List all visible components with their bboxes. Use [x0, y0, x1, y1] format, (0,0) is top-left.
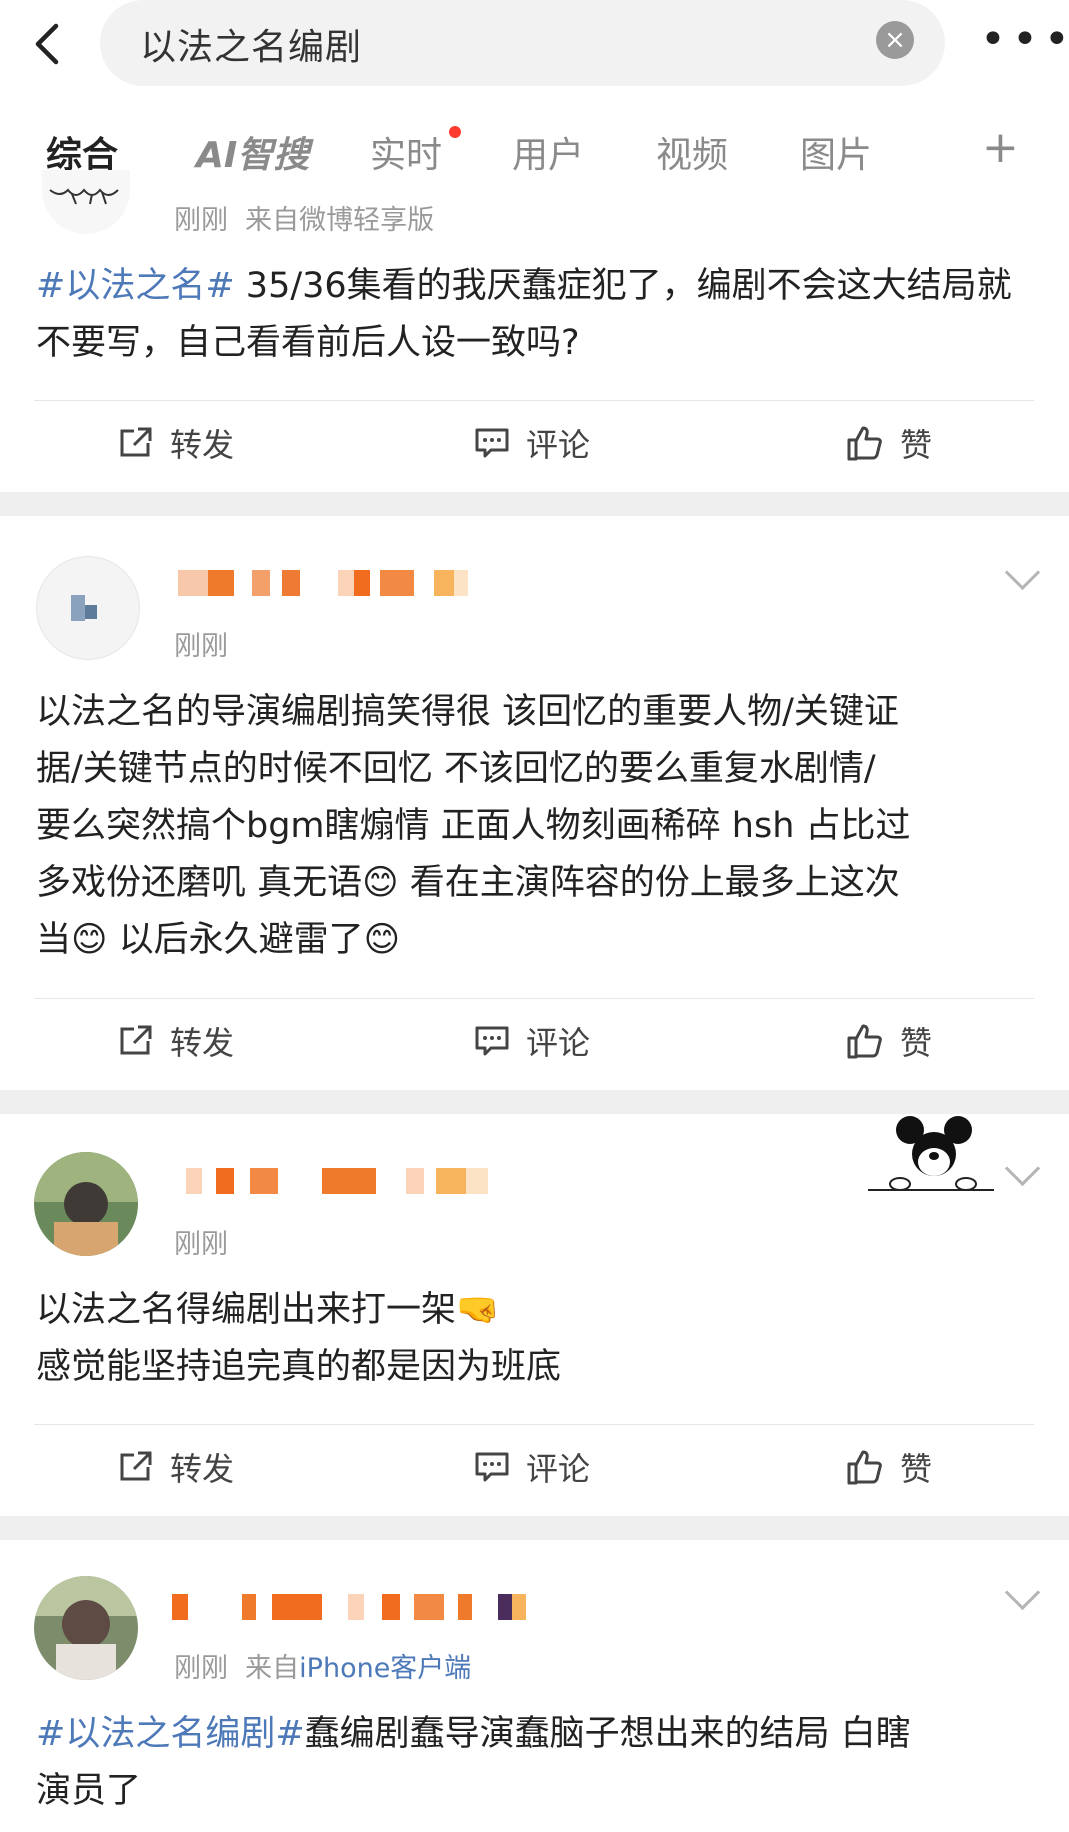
source-link[interactable]: iPhone客户端	[299, 1653, 471, 1684]
chevron-down-icon[interactable]	[1004, 554, 1041, 591]
text-segment: 以后永久避雷了	[118, 920, 364, 960]
tab-realtime[interactable]: 实时	[370, 126, 442, 178]
like-label: 赞	[900, 426, 933, 464]
avatar[interactable]	[34, 1152, 138, 1256]
comment-button[interactable]: 评论	[474, 1444, 590, 1490]
separator	[34, 400, 1034, 401]
username-mosaic[interactable]	[172, 1594, 526, 1620]
post-time: 刚刚	[174, 205, 228, 236]
smile-emoji-icon: 😊	[363, 920, 401, 960]
new-content-dot	[449, 126, 461, 138]
clear-search-icon[interactable]: ×	[876, 21, 914, 59]
comment-button[interactable]: 评论	[474, 420, 590, 466]
repost-label: 转发	[170, 426, 235, 464]
repost-icon	[120, 1025, 152, 1055]
chevron-left-icon	[35, 23, 59, 65]
comment-icon	[475, 1026, 509, 1056]
repost-icon	[120, 1451, 152, 1481]
post-divider	[0, 1516, 1069, 1540]
avatar[interactable]	[36, 556, 140, 660]
post-text: 以法之名的导演编剧搞笑得很 该回忆的重要人物/关键证 据/关键节点的时候不回忆 …	[36, 684, 1026, 969]
text-segment: 蠢编剧蠢导演蠢脑子想出来的结局 白瞎	[304, 1714, 911, 1754]
text-line: 演员了	[36, 1771, 142, 1811]
repost-button[interactable]: 转发	[118, 420, 234, 466]
post-meta: 刚刚 来自iPhone客户端	[174, 1646, 471, 1685]
avatar-doodle-icon	[49, 188, 119, 205]
comment-icon	[475, 1452, 509, 1482]
topic-link[interactable]: #以法之名编剧#	[36, 1714, 305, 1754]
avatar[interactable]	[42, 170, 130, 234]
thumbs-up-icon	[847, 1450, 882, 1485]
post-text: #以法之名# 35/36集看的我厌蠢症犯了，编剧不会这大结局就不要写，自己看看前…	[36, 258, 1026, 372]
separator	[34, 1424, 1034, 1425]
comment-icon	[475, 428, 509, 458]
mickey-decoration-icon	[866, 1112, 996, 1196]
text-segment: 多戏份还磨叽 真无语	[36, 863, 363, 903]
repost-button[interactable]: 转发	[118, 1018, 234, 1064]
text-line: 据/关键节点的时候不回忆 不该回忆的要么重复水剧情/	[36, 749, 876, 789]
search-input[interactable]: 以法之名编剧	[140, 18, 362, 70]
tab-users[interactable]: 用户	[512, 126, 584, 178]
like-label: 赞	[900, 1450, 933, 1488]
fight-emoji-icon: 🤜	[456, 1290, 500, 1330]
thumbs-up-icon	[847, 426, 882, 461]
separator	[34, 998, 1034, 999]
post-time: 刚刚	[174, 1653, 228, 1684]
username-mosaic[interactable]	[186, 1168, 488, 1194]
text-line: 多戏份还磨叽 真无语😊 看在主演阵容的份上最多上这次	[36, 855, 1026, 912]
comment-label: 评论	[526, 1024, 591, 1062]
text-segment: 当	[36, 920, 72, 960]
chevron-down-icon[interactable]	[1004, 1150, 1041, 1187]
back-button[interactable]	[28, 22, 72, 66]
repost-icon	[120, 427, 152, 457]
add-tab-icon[interactable]: +	[982, 126, 1019, 170]
tab-images[interactable]: 图片	[800, 126, 872, 178]
like-button[interactable]: 赞	[846, 420, 932, 466]
smile-emoji-icon: 😊	[71, 920, 108, 960]
text-line: 感觉能坚持追完真的都是因为班底	[36, 1347, 562, 1387]
text-line: 当😊 以后永久避雷了😊	[36, 912, 1026, 969]
tab-ai-search[interactable]: AI智搜	[196, 126, 309, 178]
post-divider	[0, 1090, 1069, 1114]
post-divider	[0, 492, 1069, 516]
like-button[interactable]: 赞	[846, 1018, 932, 1064]
smile-emoji-icon: 😊	[362, 863, 399, 903]
post-text: #以法之名编剧#蠢编剧蠢导演蠢脑子想出来的结局 白瞎 演员了	[36, 1706, 1026, 1820]
repost-label: 转发	[170, 1024, 235, 1062]
post-meta: 刚刚 来自微博轻享版	[174, 198, 434, 237]
text-line: 要么突然搞个bgm瞎煽情 正面人物刻画稀碎 hsh 占比过	[36, 806, 911, 846]
comment-button[interactable]: 评论	[474, 1018, 590, 1064]
comment-label: 评论	[526, 1450, 591, 1488]
repost-label: 转发	[170, 1450, 235, 1488]
comment-label: 评论	[526, 426, 591, 464]
post-time: 刚刚	[174, 1229, 228, 1260]
post-source-prefix: 来自	[245, 1653, 300, 1684]
username-mosaic[interactable]	[178, 570, 468, 596]
more-options-icon[interactable]: •••	[980, 18, 1069, 62]
text-line: #以法之名编剧#蠢编剧蠢导演蠢脑子想出来的结局 白瞎	[36, 1706, 1026, 1763]
text-line: 以法之名的导演编剧搞笑得很 该回忆的重要人物/关键证	[36, 692, 899, 732]
text-segment: 看在主演阵容的份上最多上这次	[409, 863, 900, 903]
text-line: 以法之名得编剧出来打一架🤜	[36, 1282, 1026, 1339]
post-time: 刚刚	[174, 631, 228, 662]
avatar[interactable]	[34, 1576, 138, 1680]
chevron-down-icon[interactable]	[1004, 1574, 1041, 1611]
post-source: 来自微博轻享版	[245, 205, 435, 236]
like-button[interactable]: 赞	[846, 1444, 932, 1490]
post-text: 以法之名得编剧出来打一架🤜 感觉能坚持追完真的都是因为班底	[36, 1282, 1026, 1396]
like-label: 赞	[900, 1024, 933, 1062]
text-segment: 以法之名得编剧出来打一架	[36, 1290, 457, 1330]
thumbs-up-icon	[847, 1024, 882, 1059]
topic-link[interactable]: #以法之名#	[36, 266, 235, 306]
tab-videos[interactable]: 视频	[656, 126, 728, 178]
repost-button[interactable]: 转发	[118, 1444, 234, 1490]
